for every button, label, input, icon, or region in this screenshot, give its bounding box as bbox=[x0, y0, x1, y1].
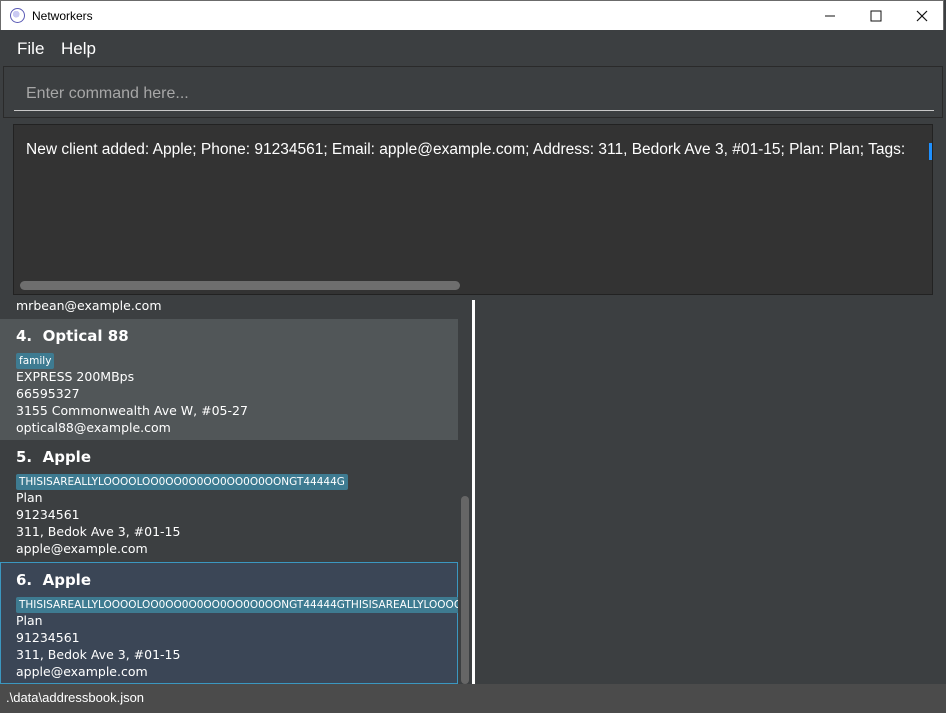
text-caret bbox=[929, 143, 932, 160]
app-globe-icon bbox=[10, 8, 25, 23]
client-name: Apple bbox=[42, 571, 91, 589]
menu-help[interactable]: Help bbox=[61, 39, 96, 59]
maximize-button[interactable] bbox=[853, 1, 899, 31]
client-index: 5. bbox=[16, 448, 33, 466]
command-input[interactable] bbox=[14, 77, 934, 111]
command-box bbox=[3, 66, 943, 118]
window-title: Networkers bbox=[32, 9, 93, 23]
client-tag: family bbox=[16, 353, 55, 369]
client-header: 5. Apple bbox=[16, 448, 458, 466]
client-phone: 91234561 bbox=[16, 630, 80, 645]
save-location: .\data\addressbook.json bbox=[6, 690, 145, 705]
minimize-button[interactable] bbox=[807, 1, 853, 31]
client-name: Apple bbox=[42, 448, 91, 466]
client-phone: 66595327 bbox=[16, 386, 80, 401]
client-email: mrbean@example.com bbox=[16, 300, 162, 313]
client-email: apple@example.com bbox=[16, 541, 148, 556]
result-display-panel: New client added: Apple; Phone: 91234561… bbox=[3, 119, 943, 300]
horizontal-scrollbar[interactable] bbox=[20, 281, 460, 290]
client-plan: EXPRESS 200MBps bbox=[16, 369, 135, 384]
minimize-icon bbox=[825, 15, 835, 17]
client-tags: family bbox=[16, 349, 458, 369]
result-text: New client added: Apple; Phone: 91234561… bbox=[26, 141, 906, 158]
client-name: Optical 88 bbox=[42, 327, 129, 345]
client-address: 3155 Commonwealth Ave W, #05-27 bbox=[16, 403, 248, 418]
client-phone: 91234561 bbox=[16, 507, 80, 522]
close-icon bbox=[916, 10, 928, 22]
menu-file[interactable]: File bbox=[17, 39, 44, 59]
client-index: 4. bbox=[16, 327, 33, 345]
title-bar: Networkers bbox=[0, 0, 944, 30]
result-display[interactable]: New client added: Apple; Phone: 91234561… bbox=[13, 124, 933, 295]
client-tags: THISISAREALLYLOOOOLOO0OO0O0OO0OO0O0OONGT… bbox=[16, 593, 472, 613]
client-email: optical88@example.com bbox=[16, 420, 171, 435]
client-list: mrbean@example.com 4. Optical 88 family … bbox=[0, 300, 472, 684]
list-item[interactable]: mrbean@example.com bbox=[0, 300, 458, 319]
client-tags: THISISAREALLYLOOOOLOO0OO0O0OO0OO0O0OONGT… bbox=[16, 470, 458, 490]
client-address: 311, Bedok Ave 3, #01-15 bbox=[16, 524, 181, 539]
client-header: 6. Apple bbox=[16, 571, 457, 589]
client-plan: Plan bbox=[16, 613, 43, 628]
list-item-selected[interactable]: 6. Apple THISISAREALLYLOOOOLOO0OO0O0OO0O… bbox=[0, 562, 472, 684]
list-item[interactable]: 4. Optical 88 family EXPRESS 200MBps 665… bbox=[0, 319, 458, 440]
vertical-scrollbar-thumb[interactable] bbox=[461, 496, 469, 684]
maximize-icon bbox=[870, 10, 882, 22]
client-plan: Plan bbox=[16, 490, 43, 505]
client-tag: THISISAREALLYLOOOOLOO0OO0O0OO0OO0O0OONGT… bbox=[16, 597, 472, 613]
status-bar: .\data\addressbook.json bbox=[0, 684, 946, 713]
client-email: apple@example.com bbox=[16, 664, 148, 679]
list-item[interactable]: 5. Apple THISISAREALLYLOOOOLOO0OO0O0OO0O… bbox=[0, 440, 458, 561]
client-tag: THISISAREALLYLOOOOLOO0OO0O0OO0OO0O0OONGT… bbox=[16, 474, 348, 490]
detail-pane bbox=[475, 300, 946, 684]
client-address: 311, Bedok Ave 3, #01-15 bbox=[16, 647, 181, 662]
client-header: 4. Optical 88 bbox=[16, 327, 458, 345]
close-button[interactable] bbox=[899, 1, 945, 31]
menu-bar: File Help bbox=[0, 31, 946, 66]
client-index: 6. bbox=[16, 571, 33, 589]
